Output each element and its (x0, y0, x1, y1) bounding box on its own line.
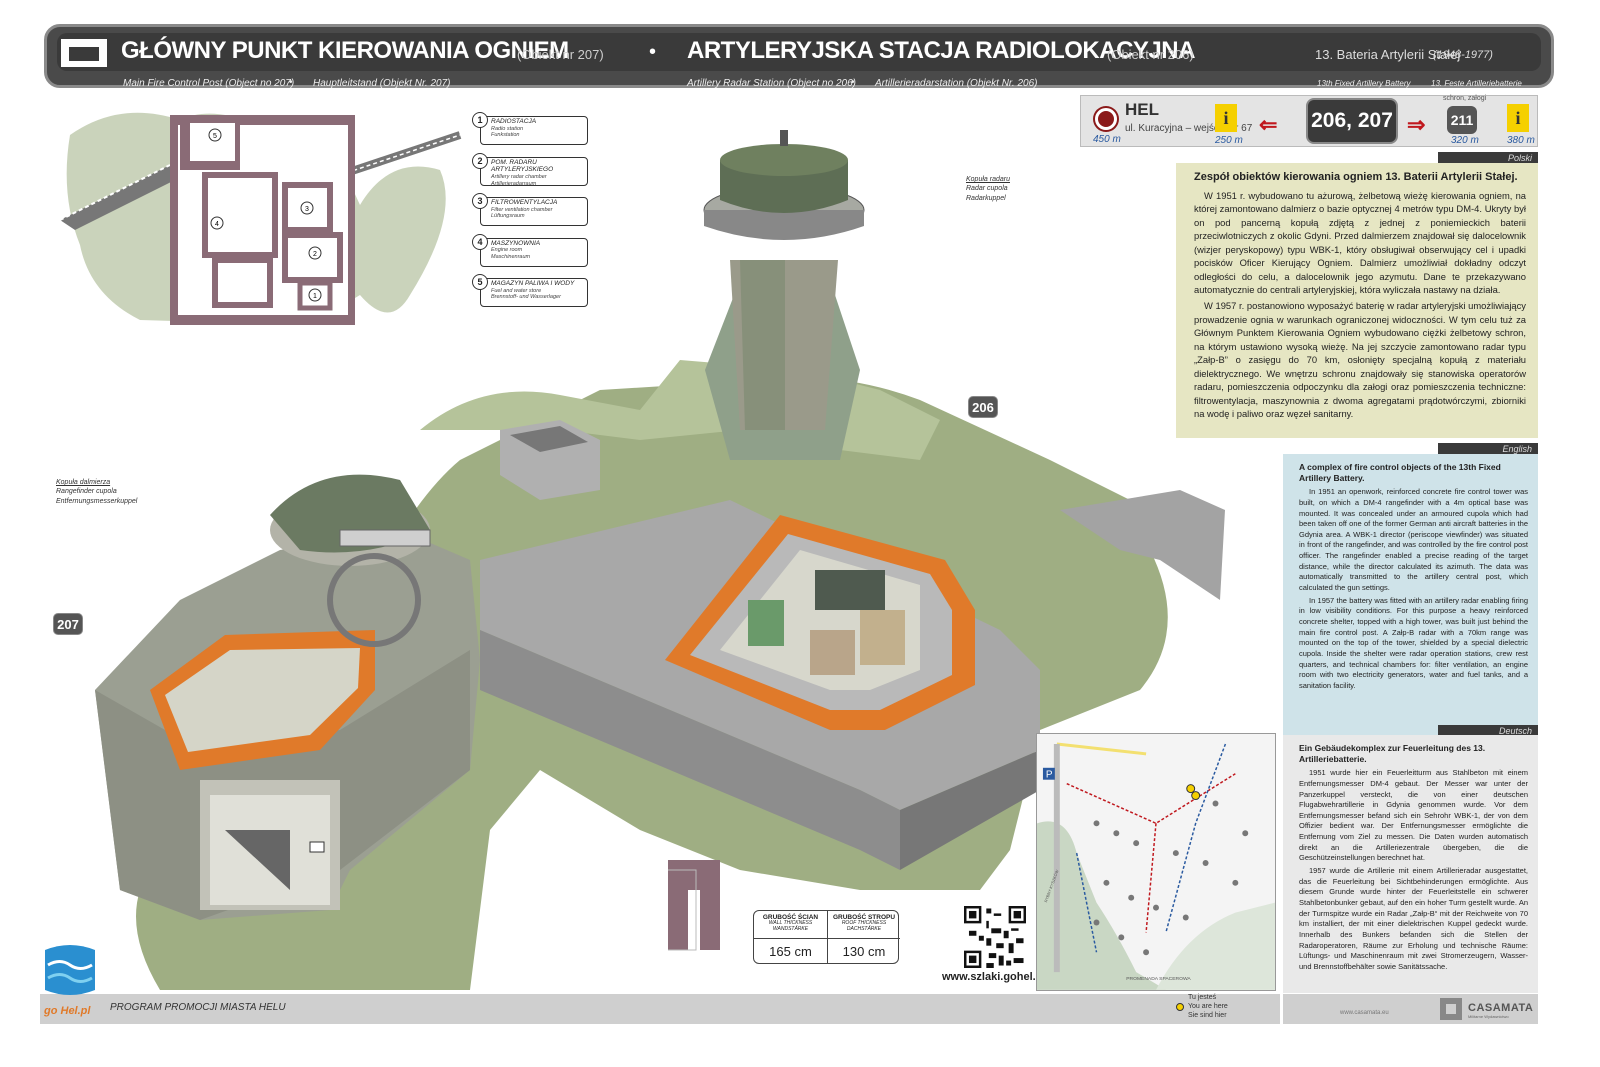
callout-en: Rangefinder cupola (56, 488, 117, 496)
qr-code-icon[interactable] (964, 906, 1026, 968)
text-panel-polish: Zespół obiektów kierowania ogniem 13. Ba… (1176, 163, 1538, 438)
distance-next: 320 m (1451, 135, 1479, 146)
subtitle-battery-de: 13. Feste Artilleriebatterie (1431, 79, 1522, 88)
subtitle-en-206: Artillery Radar Station (Object no 206) (687, 78, 856, 89)
callout-de: Entfernungsmesserkuppel (56, 497, 138, 505)
panel-paragraph: In 1957 the battery was fitted with an a… (1299, 595, 1528, 690)
wall-label-de: WANDSTÄRKE (772, 925, 809, 932)
you-are-here-pl: Tu jesteś (1188, 994, 1217, 1001)
website-link[interactable]: www.szlaki.gohel.pl (942, 971, 1046, 983)
you-are-here-en: You are here (1188, 1003, 1228, 1011)
info-point-icon: i (1507, 104, 1529, 132)
footer-bar: PROGRAM PROMOCJI MIASTA HELU (40, 994, 1280, 1024)
callout-en: Radar cupola (966, 185, 1008, 193)
casamata-url[interactable]: www.casamata.eu (1340, 1010, 1389, 1016)
panel-paragraph: In 1951 an openwork, reinforced concrete… (1299, 487, 1528, 593)
sub-separator: • (289, 77, 293, 88)
you-are-here-de: Sie sind hier (1188, 1012, 1227, 1020)
program-label: PROGRAM PROMOCJI MIASTA HELU (110, 1002, 286, 1013)
sub-separator: • (851, 77, 855, 88)
panel-paragraph: W 1957 r. postanowiono wyposażyć baterię… (1194, 300, 1526, 420)
subtitle-battery-en: 13th Fixed Artillery Battery (1317, 79, 1411, 88)
current-objects-badge: 206, 207 (1306, 98, 1398, 144)
place-name: HEL (1125, 100, 1159, 119)
target-icon (1095, 108, 1117, 130)
legend-pl: RADIOSTACJA (491, 118, 537, 125)
subtitle-de-207: Hauptleitstand (Objekt Nr. 207) (313, 78, 451, 89)
callout-rangefinder-cupola: Kopuła dalmierza Rangefinder cupola Entf… (56, 478, 137, 506)
panel-paragraph: 1957 wurde die Artillerie mit einem Arti… (1299, 866, 1528, 971)
object-tag-207: 207 (53, 613, 83, 635)
casamata-mark-icon (1440, 998, 1462, 1020)
legend-number: 1 (472, 112, 488, 128)
title-separator: • (649, 41, 657, 63)
thickness-table: GRUBOŚĆ ŚCIAN WALL THICKNESS WANDSTÄRKE … (753, 910, 900, 964)
info-point-icon: i (1215, 104, 1237, 132)
text-panel-english: A complex of fire control objects of the… (1283, 454, 1538, 742)
callout-radar-cupola: Kopuła radaru Radar cupola Radarkuppel (966, 175, 1010, 203)
wall-value: 165 cm (754, 938, 827, 959)
panel-paragraph: 1951 wurde hier ein Feuerleitturm aus St… (1299, 768, 1528, 863)
panel-title: A complex of fire control objects of the… (1299, 462, 1501, 483)
next-object-badge: 211 (1447, 106, 1477, 134)
gohel-text: go Hel.pl (43, 1005, 91, 1017)
callout-pl: Kopuła dalmierza (56, 479, 111, 486)
wall-thickness: GRUBOŚĆ ŚCIAN WALL THICKNESS WANDSTÄRKE … (754, 911, 827, 963)
battery-years: (1948-1977) (1433, 49, 1493, 61)
location-map: P PROMENADA SPACEROWA RYBNY KYSZKÓW (1036, 733, 1276, 991)
roof-label-de: DACHSTÄRKE (846, 925, 882, 932)
bunker-logo-icon (61, 39, 107, 67)
text-panel-german: Ein Gebäudekomplex zur Feuerleitung des … (1283, 735, 1538, 993)
header-bar: GŁÓWNY PUNKT KIEROWANIA OGNIEM (Obiekt n… (44, 24, 1554, 89)
callout-de: Radarkuppel (966, 194, 1006, 202)
you-are-here-legend: Tu jesteś You are here Sie sind hier (1188, 993, 1228, 1020)
arrow-right-icon: ⇒ (1407, 112, 1426, 137)
object-number-207: (Obiekt nr 207) (517, 47, 604, 62)
roof-thickness: GRUBOŚĆ STROPU ROOF THICKNESS DACHSTÄRKE… (827, 911, 900, 963)
object-number-206: (Obiekt nr 206) (1107, 47, 1194, 62)
object-tag-206: 206 (968, 396, 998, 418)
callout-pl: Kopuła radaru (966, 176, 1010, 183)
map-label-promenade: PROMENADA SPACEROWA (1126, 976, 1191, 982)
distance-info-2: 380 m (1507, 135, 1535, 146)
panel-title: Ein Gebäudekomplex zur Feuerleitung des … (1299, 743, 1486, 764)
casamata-sub: Militarne Wydawnictwo (1468, 1014, 1509, 1019)
title-main-fire-control: GŁÓWNY PUNKT KIEROWANIA OGNIEM (121, 37, 569, 64)
subtitle-en-207: Main Fire Control Post (Object no 207) (123, 78, 295, 89)
you-are-here-icon (1176, 1003, 1184, 1011)
casamata-name: CASAMATA (1468, 1002, 1534, 1014)
parking-icon: P (1046, 770, 1053, 781)
casamata-logo: CASAMATA Militarne Wydawnictwo (1440, 996, 1534, 1022)
panel-paragraph: W 1951 r. wybudowano tu ażurową, żelbeto… (1194, 189, 1526, 296)
roof-value: 130 cm (828, 938, 900, 959)
panel-title: Zespół obiektów kierowania ogniem 13. Ba… (1194, 171, 1518, 183)
gohel-logo: go Hel.pl (43, 945, 95, 1017)
subtitle-de-206: Artillerieradarstation (Objekt Nr. 206) (875, 78, 1038, 89)
next-object-label: schron, załogi (1443, 95, 1487, 102)
